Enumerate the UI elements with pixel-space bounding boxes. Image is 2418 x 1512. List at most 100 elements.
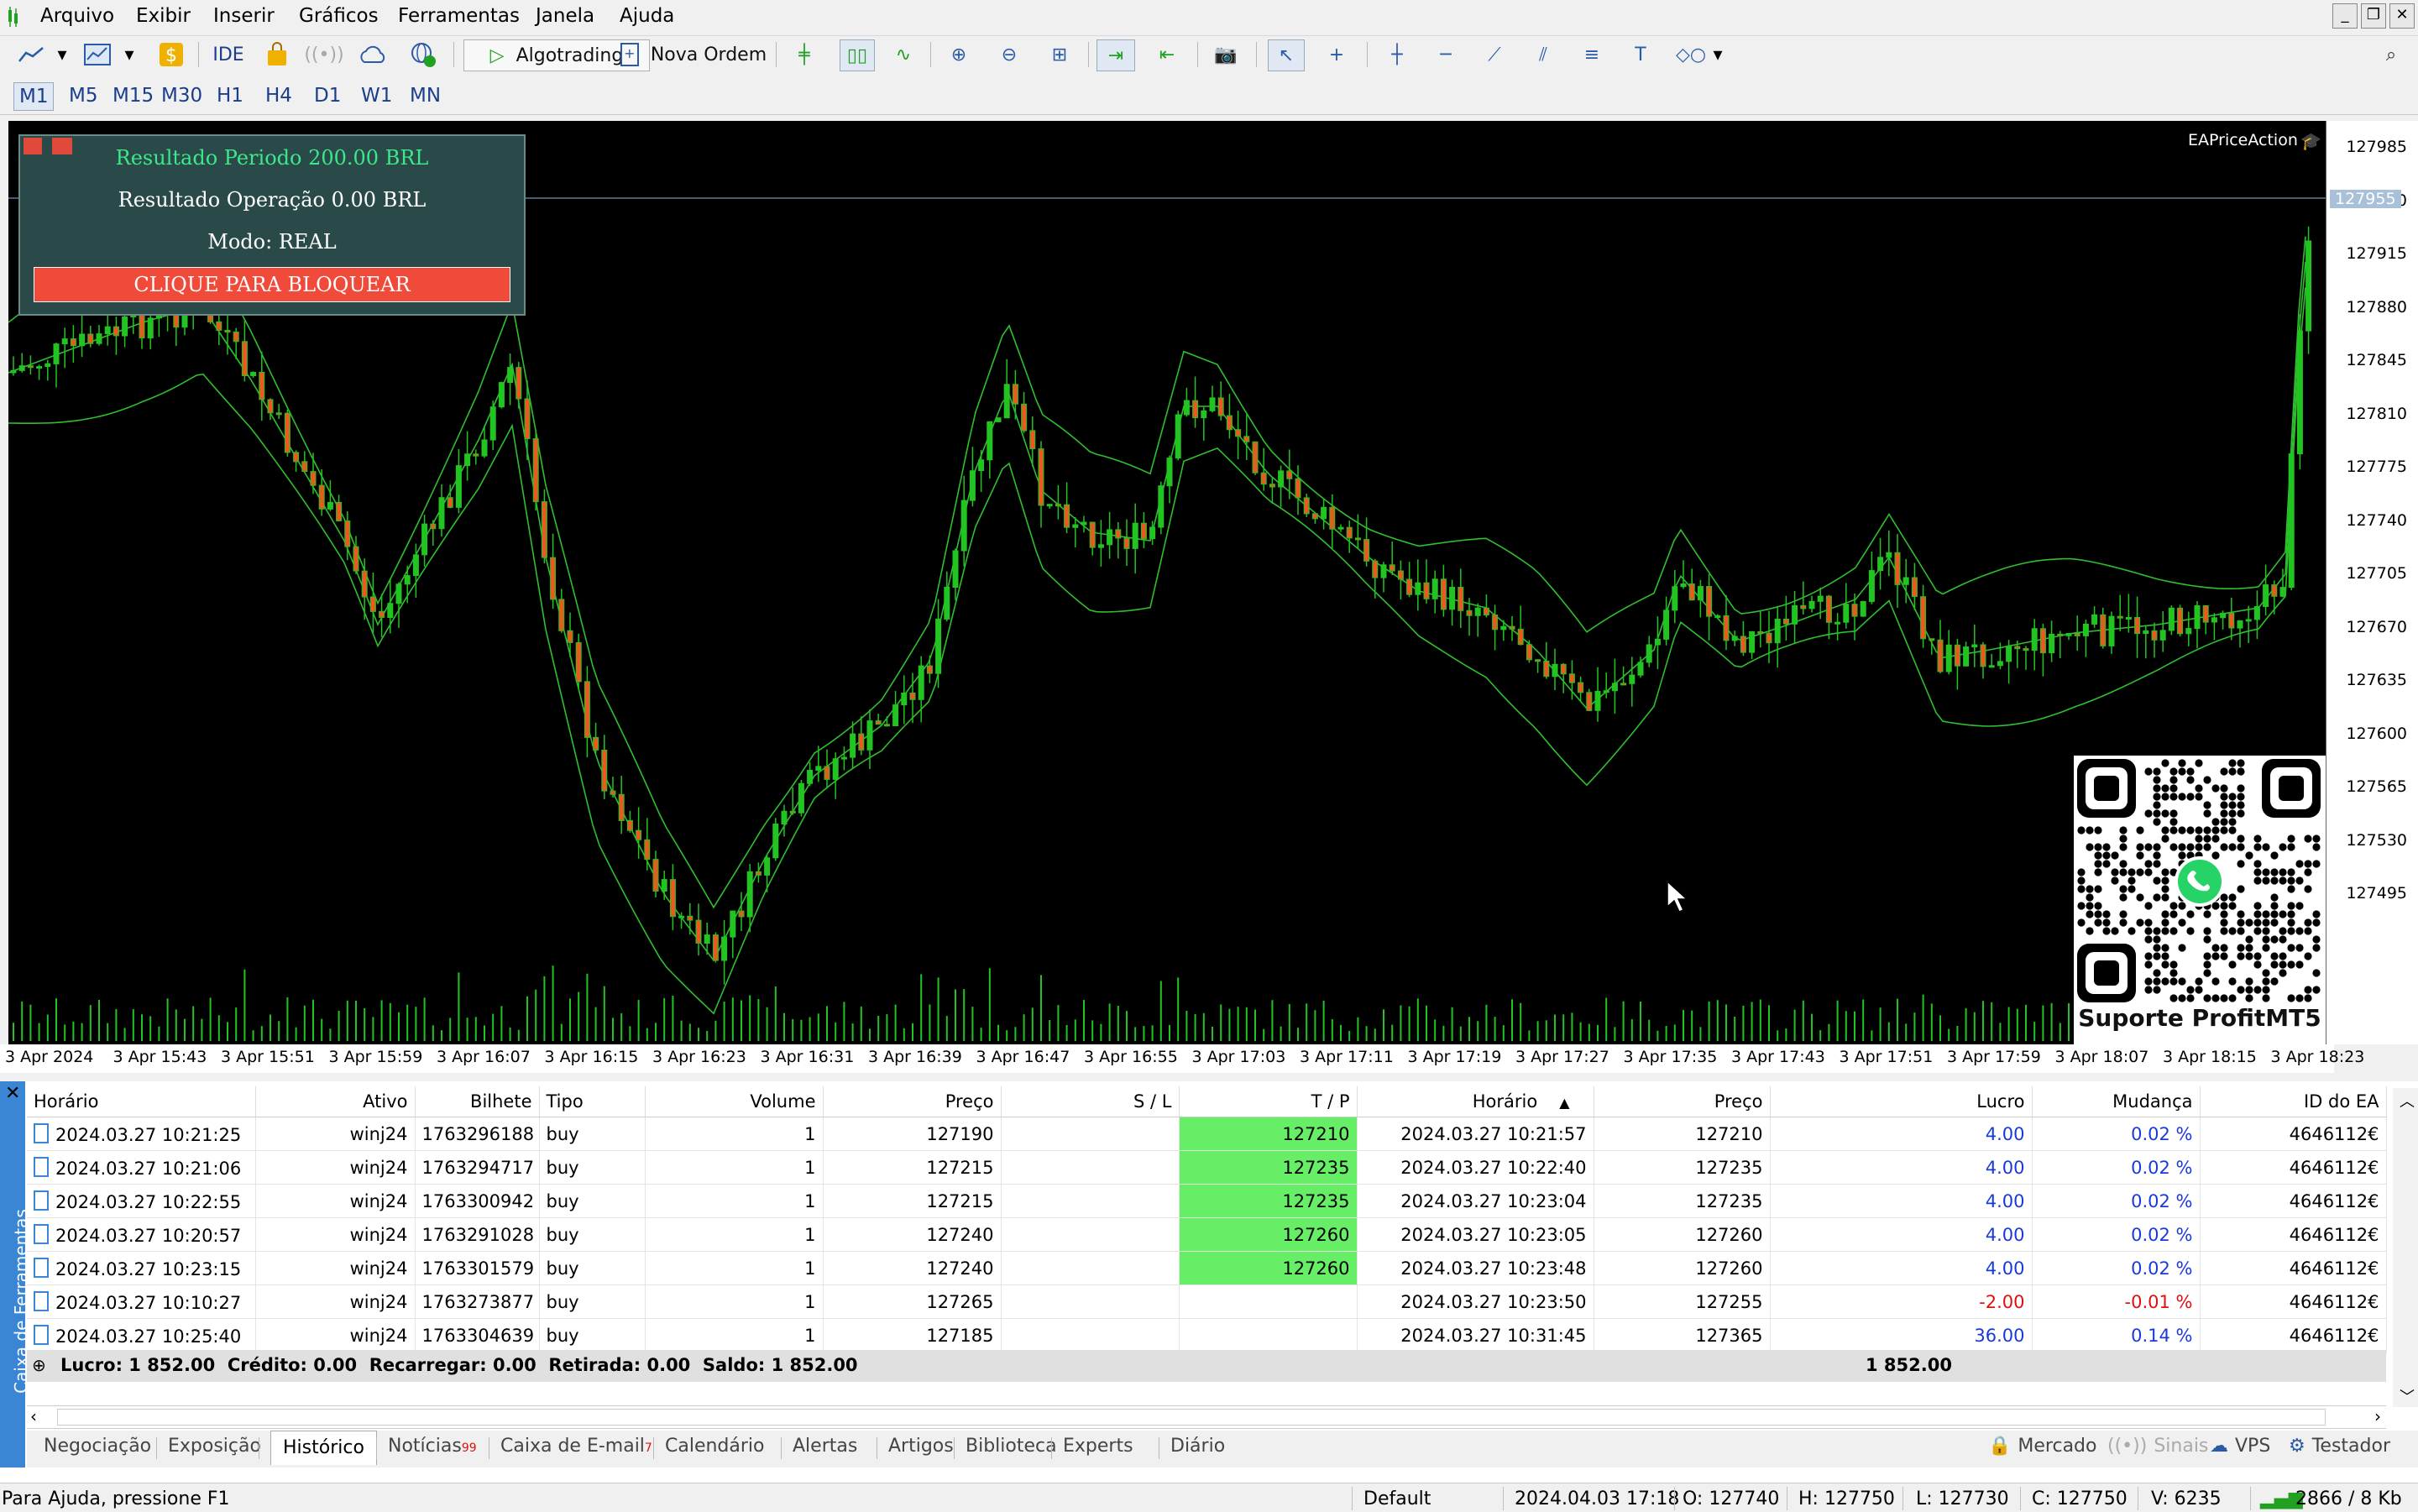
col-tipo[interactable]: Tipo (539, 1086, 646, 1117)
timeframe-h4[interactable]: H4 (260, 82, 297, 109)
tab-not-cias[interactable]: Notícias99 (388, 1436, 477, 1457)
scroll-right-icon[interactable]: › (2374, 1406, 2381, 1426)
col-tp[interactable]: T / P (1179, 1086, 1358, 1117)
table-row[interactable]: 2024.03.27 10:10:27 winj24 1763273877 buy 1 1… (27, 1284, 2387, 1319)
shapes-icon[interactable]: ◇○ (1674, 39, 1708, 70)
col-horario[interactable]: Horário (27, 1086, 256, 1117)
chart-shift-icon[interactable]: ⇤ (1150, 39, 1184, 70)
col-volume[interactable]: Volume (645, 1086, 824, 1117)
menu-janela[interactable]: Janela (536, 5, 594, 27)
col-lucro[interactable]: Lucro (1770, 1086, 2033, 1117)
tab-experts[interactable]: Experts (1063, 1436, 1133, 1457)
table-row[interactable]: 2024.03.27 10:20:57 winj24 1763291028 buy 1 1… (27, 1217, 2387, 1252)
zoom-in-icon[interactable]: ⊕ (944, 39, 974, 70)
tab-artigos[interactable]: Artigos (888, 1436, 954, 1457)
col-id-ea[interactable]: ID do EA (2200, 1086, 2387, 1117)
timeframe-m15[interactable]: M15 (107, 82, 159, 109)
candlestick-icon[interactable]: ▯▯ (840, 39, 875, 71)
close-window-icon[interactable]: ✕ (2389, 3, 2415, 29)
crosshair-icon[interactable]: + (1322, 39, 1352, 70)
close-icon[interactable]: ✕ (5, 1083, 20, 1104)
menu-ajuda[interactable]: Ajuda (620, 5, 674, 27)
text-icon[interactable]: T (1625, 39, 1656, 70)
table-row[interactable]: 2024.03.27 10:21:06 winj24 1763294717 buy 1 1… (27, 1150, 2387, 1185)
col-horario-fechamento[interactable]: Horário ▲ (1357, 1086, 1594, 1117)
toolbox-sidebar[interactable]: Caixa de Ferramentas (0, 1081, 31, 1468)
bar-chart-icon[interactable]: ╪ (789, 39, 819, 70)
col-sl[interactable]: S / L (1001, 1086, 1180, 1117)
tab-hist-rico[interactable]: Histórico (270, 1431, 377, 1465)
ide-button[interactable]: IDE (208, 39, 249, 70)
chevron-down-icon[interactable]: ▾ (121, 39, 138, 70)
tab-di-rio[interactable]: Diário (1170, 1436, 1225, 1457)
dollar-icon[interactable]: $ (156, 39, 186, 70)
qr-support[interactable]: Suporte ProfitMT5 (2074, 756, 2326, 1044)
menu-exibir[interactable]: Exibir (136, 5, 191, 27)
col-preco[interactable]: Preço (823, 1086, 1002, 1117)
timeframe-d1[interactable]: D1 (309, 82, 346, 109)
cursor-icon[interactable]: ↖ (1268, 39, 1305, 71)
lock-button[interactable]: CLIQUE PARA BLOQUEAR (34, 267, 510, 302)
menu-ferramentas[interactable]: Ferramentas (398, 5, 520, 27)
tab-calend-rio[interactable]: Calendário (665, 1436, 765, 1457)
tab-alertas[interactable]: Alertas (793, 1436, 857, 1457)
table-row[interactable]: 2024.03.27 10:25:40 winj24 1763304639 buy 1 1… (27, 1318, 2387, 1352)
table-row[interactable]: 2024.03.27 10:23:15 winj24 1763301579 buy 1 1… (27, 1251, 2387, 1285)
screenshot-icon[interactable]: 📷 (1209, 39, 1243, 70)
col-mudanca[interactable]: Mudança (2032, 1086, 2201, 1117)
scroll-up-icon[interactable]: ︿ (2400, 1090, 2415, 1112)
col-bilhete[interactable]: Bilhete (415, 1086, 540, 1117)
vps-globe-icon[interactable] (406, 39, 440, 70)
fibonacci-icon[interactable]: ≡ (1577, 39, 1607, 70)
tab-sinais[interactable]: ((•)) Sinais (2107, 1436, 2208, 1457)
restore-icon[interactable]: ❐ (2361, 3, 2386, 29)
chevron-down-icon[interactable]: ▾ (54, 39, 71, 70)
horizontal-scrollbar[interactable]: ‹ › (27, 1405, 2386, 1429)
table-row[interactable]: 2024.03.27 10:22:55 winj24 1763300942 buy 1 1… (27, 1184, 2387, 1218)
tab-mercado[interactable]: 🔒 Mercado (1988, 1436, 2097, 1457)
minimize-icon[interactable]: _ (2332, 3, 2358, 29)
channel-icon[interactable]: ⫽ (1528, 39, 1558, 70)
tab-exposi-o[interactable]: Exposição (168, 1436, 261, 1457)
line-chart-icon[interactable] (15, 39, 49, 70)
status-profile[interactable]: Default (1363, 1488, 1431, 1509)
cloud-icon[interactable] (356, 39, 390, 70)
menu-inserir[interactable]: Inserir (213, 5, 275, 27)
timeframe-w1[interactable]: W1 (356, 82, 397, 109)
vertical-line-icon[interactable]: ┼ (1382, 39, 1412, 70)
tab-negocia-o[interactable]: Negociação (44, 1436, 151, 1457)
timeframe-mn[interactable]: MN (405, 82, 446, 109)
vertical-scrollbar[interactable]: ︿ ﹀ (2393, 1088, 2418, 1407)
tile-windows-icon[interactable]: ⊞ (1044, 39, 1075, 70)
signal-icon[interactable]: ((•)) (304, 39, 343, 70)
menu-graficos[interactable]: Gráficos (299, 5, 379, 27)
trendline-icon[interactable]: ⟋ (1479, 39, 1510, 70)
horizontal-line-icon[interactable]: ─ (1431, 39, 1461, 70)
tab-caixa-de-e-mail[interactable]: Caixa de E-mail7 (500, 1436, 652, 1457)
scroll-left-icon[interactable]: ‹ (30, 1406, 37, 1426)
line-icon[interactable]: ∿ (888, 39, 919, 70)
col-ativo[interactable]: Ativo (255, 1086, 416, 1117)
scrollbar-thumb[interactable] (57, 1409, 2326, 1426)
tab-vps[interactable]: ☁ VPS (2210, 1436, 2270, 1457)
timeframe-h1[interactable]: H1 (212, 82, 249, 109)
table-row[interactable]: 2024.03.27 10:21:25 winj24 1763296188 buy 1 1… (27, 1117, 2387, 1151)
zoom-out-icon[interactable]: ⊖ (994, 39, 1024, 70)
timeframe-m1[interactable]: M1 (13, 82, 55, 111)
scroll-down-icon[interactable]: ﹀ (2400, 1385, 2415, 1407)
timeframe-bar: M1 M5 M15 M30 H1 H4 D1 W1 MN (0, 77, 2418, 115)
expand-icon[interactable]: ⊕ (32, 1355, 46, 1375)
new-order-button[interactable]: + Nova Ordem (618, 39, 769, 70)
tab-testador[interactable]: ⚙ Testador (2289, 1436, 2390, 1457)
chart-window-icon[interactable] (81, 39, 114, 70)
chevron-down-icon[interactable]: ▾ (1709, 39, 1726, 70)
tab-biblioteca[interactable]: Biblioteca (966, 1436, 1057, 1457)
menu-arquivo[interactable]: Arquivo (40, 5, 114, 27)
search-icon[interactable]: ⌕ (2376, 39, 2406, 70)
col-preco-fechamento[interactable]: Preço (1594, 1086, 1771, 1117)
autoscroll-icon[interactable]: ⇥ (1096, 39, 1135, 71)
timeframe-m30[interactable]: M30 (156, 82, 207, 109)
expert-cap-icon[interactable]: 🎓 (2300, 131, 2321, 151)
timeframe-m5[interactable]: M5 (64, 82, 102, 109)
market-bag-icon[interactable] (262, 39, 292, 70)
